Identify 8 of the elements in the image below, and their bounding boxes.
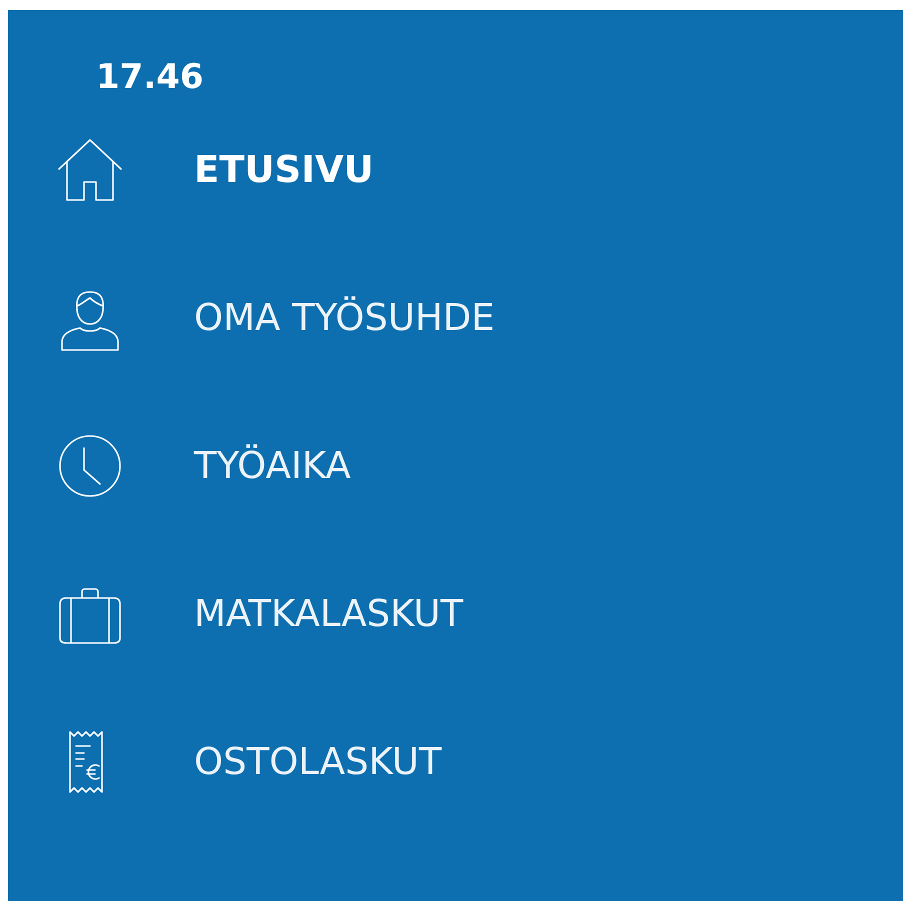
status-time: 17.46 — [96, 60, 204, 94]
menu-item[interactable]: MATKALASKUT — [194, 586, 464, 642]
menu-item[interactable]: ETUSIVU — [194, 142, 374, 198]
menu-item[interactable]: OMA TYÖSUHDE — [194, 290, 495, 346]
clock-icon — [56, 432, 124, 500]
home-icon — [56, 136, 124, 204]
menu-item[interactable]: OSTOLASKUT — [194, 734, 442, 790]
menu-item[interactable]: TYÖAIKA — [194, 438, 351, 494]
